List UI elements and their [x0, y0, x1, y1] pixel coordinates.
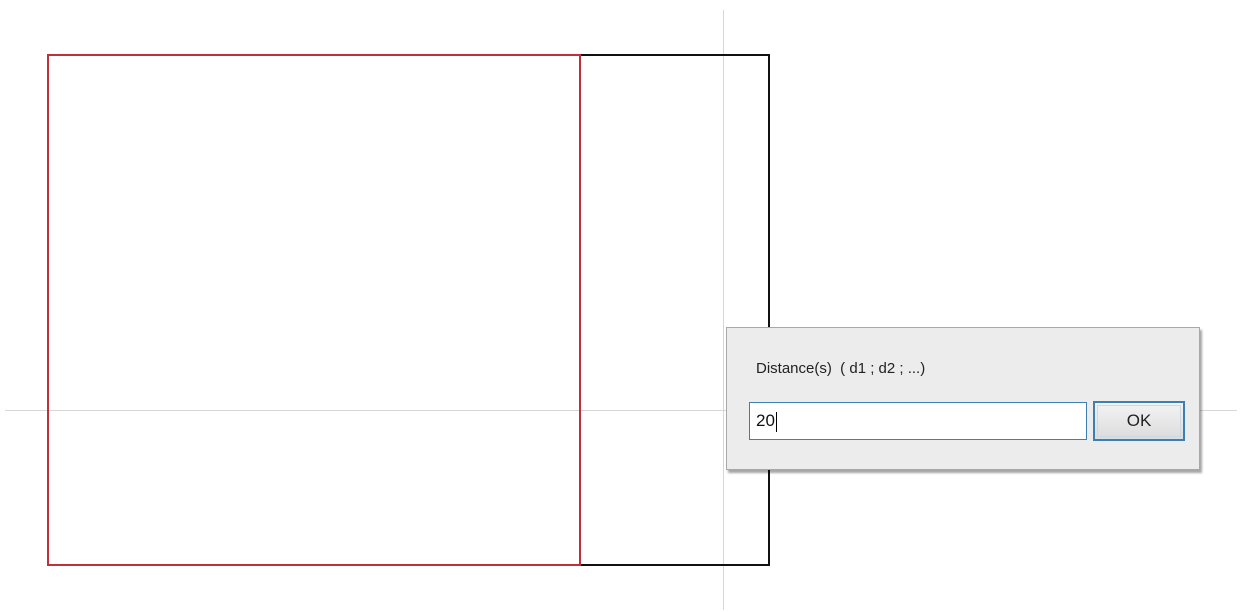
- ok-button[interactable]: OK: [1093, 401, 1185, 441]
- drawing-canvas[interactable]: Distance(s) ( d1 ; d2 ; ...) 20 OK: [0, 0, 1241, 612]
- distance-input-dialog: Distance(s) ( d1 ; d2 ; ...) 20 OK: [726, 327, 1200, 470]
- distance-label: Distance(s) ( d1 ; d2 ; ...): [756, 360, 926, 377]
- distance-input-value: 20: [756, 411, 775, 430]
- ok-button-label: OK: [1126, 411, 1152, 430]
- text-caret: [775, 411, 777, 432]
- distance-input[interactable]: 20: [749, 402, 1087, 440]
- selected-rectangle-shape[interactable]: [47, 54, 581, 566]
